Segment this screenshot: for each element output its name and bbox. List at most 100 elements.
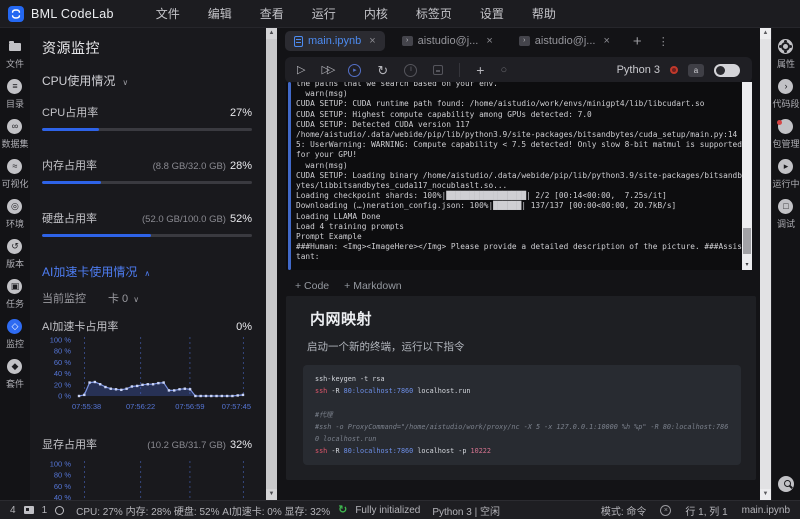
sidebar-item-code-snippet[interactable]: › 代码段 — [772, 79, 800, 110]
menu-item[interactable]: 文件 — [156, 5, 180, 22]
run-button[interactable]: ▷ — [297, 64, 305, 76]
memory-progress-bar — [42, 181, 252, 184]
toolbar-divider — [459, 63, 461, 77]
sidebar-item-debug[interactable]: □ 调试 — [777, 199, 795, 230]
sidebar-item-package-manager[interactable]: 包管理 — [772, 119, 800, 150]
tab-aistudio-j-[interactable]: › aistudio@j... × — [510, 31, 619, 51]
metric-disk: 硬盘占用率 (52.0 GB/100.0 GB) 52% — [42, 213, 252, 225]
output-scrollbar[interactable]: ▾ — [742, 82, 752, 270]
toolbar-toggle[interactable] — [714, 63, 740, 77]
suite-icon: ◆ — [7, 359, 23, 374]
console-output: the paths that we search based on your e… — [296, 82, 742, 262]
svg-text:0 %: 0 % — [58, 392, 71, 401]
sidebar-item-visualization[interactable]: ≈ 可视化 — [1, 159, 29, 190]
edit-mode[interactable]: 模式: 命令 — [601, 503, 647, 518]
kernel-busy-icon — [670, 66, 678, 74]
menu-item[interactable]: 编辑 — [208, 5, 232, 22]
scroll-down-icon[interactable]: ▾ — [742, 260, 752, 270]
menu-item[interactable]: 标签页 — [416, 5, 452, 22]
svg-text:100 %: 100 % — [50, 336, 72, 345]
add-code-button[interactable]: + Code — [295, 280, 329, 292]
cpu-section-header[interactable]: CPU使用情况 ∨ — [42, 72, 252, 89]
tasks-icon: ▣ — [7, 279, 23, 294]
version-icon: ↺ — [7, 239, 23, 254]
svg-text:60 %: 60 % — [54, 358, 71, 367]
sidebar-item-running[interactable]: ▸ 运行中 — [772, 159, 800, 190]
chevron-down-icon: ∨ — [122, 78, 129, 87]
sidebar-item-tasks[interactable]: ▣ 任务 — [6, 279, 24, 310]
svg-text:80 %: 80 % — [54, 347, 71, 356]
sidebar-item-monitor[interactable]: ◇ 监控 — [6, 319, 24, 350]
scroll-up-icon[interactable]: ▲ — [266, 28, 277, 39]
markdown-cell[interactable]: 内网映射 启动一个新的终端，运行以下指令 ssh-keygen -t rsa ss… — [286, 296, 756, 480]
kernel-count[interactable]: 1 — [42, 505, 48, 516]
ai-card-section-header[interactable]: AI加速卡使用情况 ∧ — [42, 263, 252, 280]
scrollbar-thumb[interactable] — [743, 228, 751, 254]
add-cell-button[interactable]: + — [476, 63, 484, 77]
menu-item[interactable]: 帮助 — [532, 5, 556, 22]
monitor-icon: ◇ — [7, 319, 23, 334]
svg-text:07:55:38: 07:55:38 — [72, 402, 101, 411]
code-block: ssh-keygen -t rsa ssh -R 80:localhost:786… — [303, 365, 741, 465]
kernel-status[interactable]: Python 3 | 空闲 — [432, 503, 500, 518]
bml-logo-icon — [8, 5, 24, 22]
close-icon[interactable]: × — [603, 35, 609, 47]
tab-menu-icon[interactable]: ⋮ — [658, 35, 669, 48]
sidebar-item-toc[interactable]: ≡ 目录 — [6, 79, 24, 110]
new-tab-button[interactable]: + — [633, 33, 642, 50]
tab-main-ipynb[interactable]: main.ipynb × — [285, 31, 385, 51]
sidebar-item-dataset[interactable]: ∞ 数据集 — [1, 119, 29, 150]
menu-item[interactable]: 运行 — [312, 5, 336, 22]
notebook-icon — [294, 35, 303, 47]
cpu-progress-bar — [42, 128, 252, 131]
sync-icon: ↻ — [338, 503, 348, 516]
terminal-icon: › — [518, 36, 530, 46]
search-icon — [778, 476, 794, 492]
folder-icon — [8, 39, 22, 54]
tab-aistudio-j-[interactable]: › aistudio@j... × — [393, 31, 502, 51]
save-button[interactable] — [433, 65, 444, 75]
auto-complete-icon[interactable]: a — [688, 63, 704, 77]
card-select[interactable]: 卡 0 ∨ — [108, 290, 139, 306]
terminal-icon: › — [401, 36, 413, 46]
sidebar-item-suite[interactable]: ◆ 套件 — [6, 359, 24, 390]
restart-kernel-button[interactable]: ↻ — [377, 64, 388, 77]
cell-collapser[interactable] — [288, 82, 291, 270]
menu-item[interactable]: 查看 — [260, 5, 284, 22]
running-icon: ▸ — [778, 159, 794, 174]
notifications-icon[interactable]: × — [660, 504, 672, 516]
interrupt-button[interactable]: ‖ — [404, 63, 418, 77]
sidebar-item-environment[interactable]: ◎ 环境 — [6, 199, 24, 230]
init-status: Fully initialized — [355, 504, 421, 516]
toc-icon: ≡ — [7, 79, 23, 94]
left-activity-bar: 文件 ≡ 目录 ∞ 数据集 ≈ 可视化 ◎ 环境 ↺ 版本 ▣ 任务 ◇ 监控 ◆ 套件 — [0, 28, 30, 500]
restart-and-run-button[interactable]: ▸ — [348, 63, 362, 77]
chevron-up-icon: ∧ — [144, 269, 151, 278]
environment-icon: ◎ — [7, 199, 23, 214]
notebook-toolbar: ▷ ▷▷ ▸ ↻ ‖ + ○ Python 3 a — [285, 57, 752, 83]
menu-item[interactable]: 设置 — [480, 5, 504, 22]
add-markdown-button[interactable]: + Markdown — [344, 280, 401, 292]
kernel-selector[interactable]: Python 3 — [617, 64, 660, 76]
svg-text:07:56:59: 07:56:59 — [175, 402, 204, 411]
menu-items: 文件 编辑 查看 运行 内核 标签页 设置 帮助 — [156, 5, 556, 22]
menu-item[interactable]: 内核 — [364, 5, 388, 22]
right-activity-bar: 属性 › 代码段包管理 ▸ 运行中 □ 调试 — [771, 28, 800, 500]
terminal-count[interactable]: 4 — [10, 505, 16, 516]
panel-title: 资源监控 — [42, 40, 100, 56]
search-button[interactable] — [778, 476, 794, 492]
run-all-button[interactable]: ▷▷ — [321, 64, 335, 76]
notebook-scrollbar[interactable]: ▲ ▼ — [760, 28, 771, 500]
svg-text:07:57:45: 07:57:45 — [222, 402, 251, 411]
sidebar-item-properties[interactable]: 属性 — [777, 39, 795, 70]
sidebar-item-folder[interactable]: 文件 — [6, 39, 24, 70]
cursor-position[interactable]: 行 1, 列 1 — [685, 503, 727, 518]
panel-scrollbar[interactable]: ▲ ▼ — [266, 28, 277, 500]
scroll-down-icon[interactable]: ▼ — [760, 489, 771, 500]
sidebar-item-version[interactable]: ↺ 版本 — [6, 239, 24, 270]
close-icon[interactable]: × — [486, 35, 492, 47]
scroll-up-icon[interactable]: ▲ — [760, 28, 771, 39]
scroll-down-icon[interactable]: ▼ — [266, 489, 277, 500]
code-snippet-icon: › — [778, 79, 794, 94]
close-icon[interactable]: × — [369, 35, 375, 47]
